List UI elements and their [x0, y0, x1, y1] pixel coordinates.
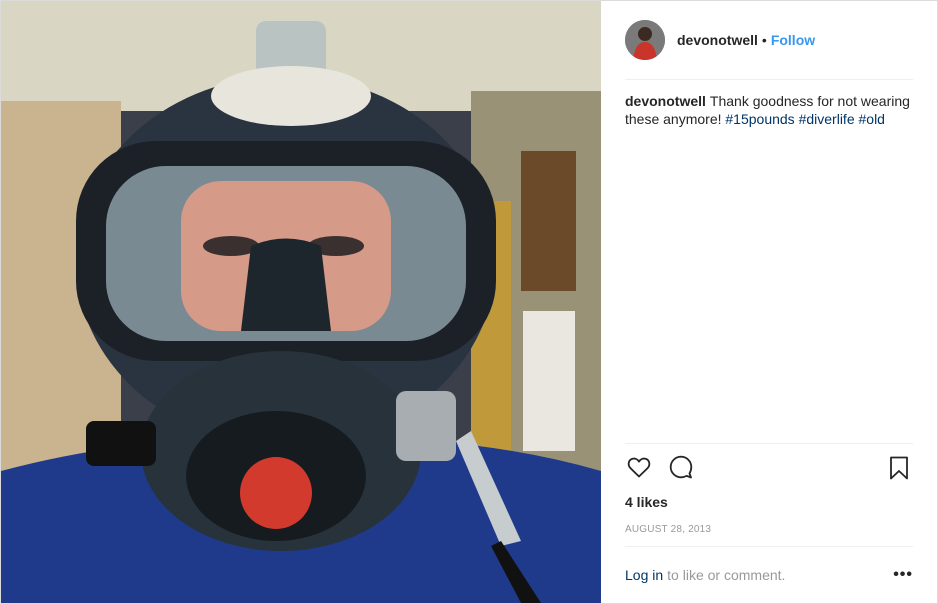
post-sidebar: devonotwell • Follow devonotwell Thank go…	[601, 1, 937, 603]
follow-button[interactable]: Follow	[771, 32, 815, 48]
hashtag-15pounds[interactable]: #15pounds	[725, 111, 794, 127]
actions-section	[601, 443, 937, 490]
comment-icon[interactable]	[667, 453, 695, 481]
header-username[interactable]: devonotwell	[677, 32, 758, 48]
post-date[interactable]: AUGUST 28, 2013	[601, 516, 937, 544]
heart-icon[interactable]	[625, 453, 653, 481]
post-photo[interactable]	[1, 1, 601, 603]
actions-bar	[625, 443, 913, 490]
caption-username[interactable]: devonotwell	[625, 93, 706, 109]
avatar-image	[625, 20, 665, 60]
avatar[interactable]	[625, 20, 665, 60]
login-prompt: Log in to like or comment. •••	[625, 546, 913, 603]
hashtag-old[interactable]: #old	[859, 111, 885, 127]
hashtag-diverlife[interactable]: #diverlife	[799, 111, 855, 127]
caption: devonotwell Thank goodness for not wearin…	[601, 80, 937, 443]
post-header: devonotwell • Follow	[601, 1, 937, 80]
bookmark-icon[interactable]	[885, 454, 913, 482]
header-row: devonotwell • Follow	[625, 1, 913, 80]
login-prompt-text: to like or comment.	[667, 567, 786, 583]
login-link[interactable]: Log in	[625, 567, 663, 583]
login-section: Log in to like or comment. •••	[601, 546, 937, 603]
diver-selfie-image	[1, 1, 601, 603]
more-options-icon[interactable]: •••	[893, 566, 913, 584]
post-container: devonotwell • Follow devonotwell Thank go…	[0, 0, 938, 604]
header-separator: •	[761, 32, 767, 48]
likes-count[interactable]: 4 likes	[601, 494, 937, 516]
